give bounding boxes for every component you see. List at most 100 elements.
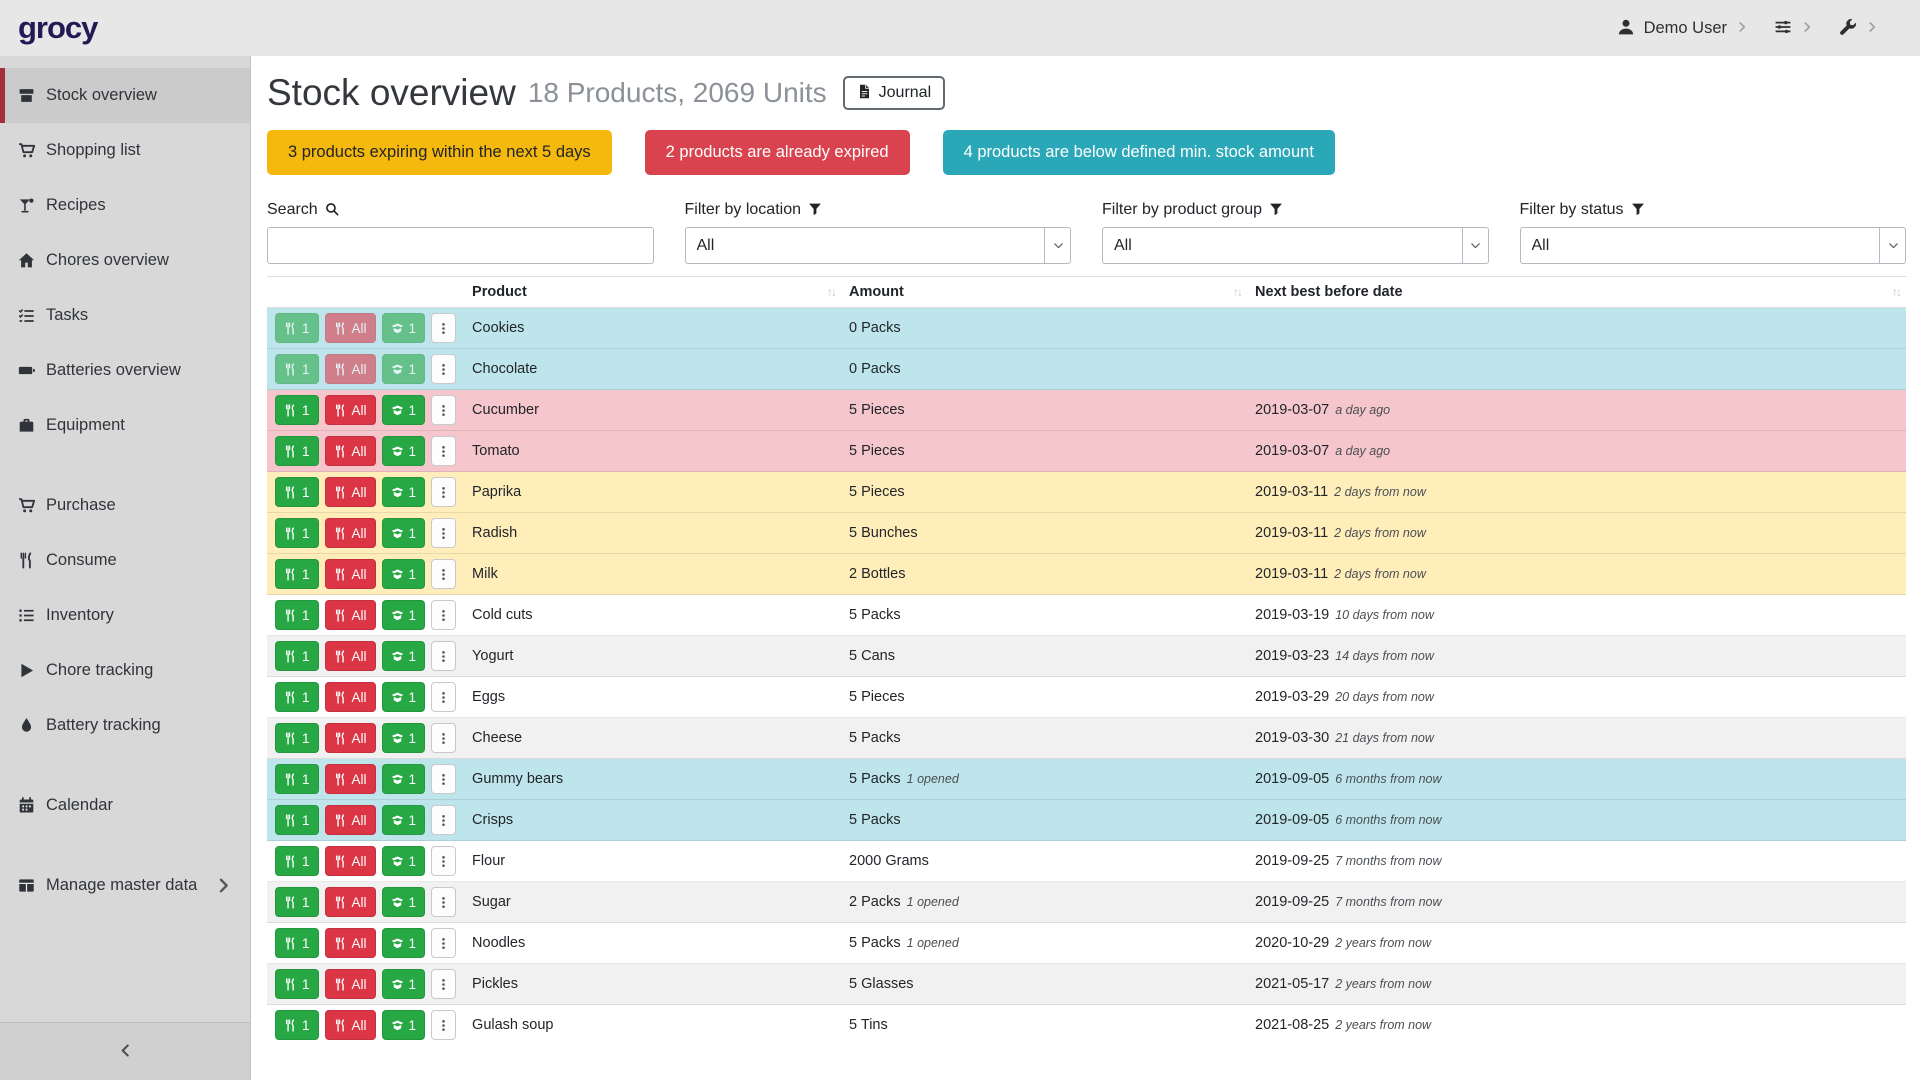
journal-button[interactable]: Journal <box>843 76 945 110</box>
sidebar-item-inventory[interactable]: Inventory <box>0 588 250 643</box>
consume-all-button[interactable]: All <box>325 1010 376 1040</box>
sort-icon[interactable]: ↑↓ <box>1233 285 1241 299</box>
open-one-button[interactable]: 1 <box>382 436 426 466</box>
row-context-menu-button[interactable] <box>431 477 456 507</box>
consume-one-button[interactable]: 1 <box>275 559 319 589</box>
product-group-select[interactable]: All <box>1102 227 1489 264</box>
consume-one-button[interactable]: 1 <box>275 969 319 999</box>
consume-one-button[interactable]: 1 <box>275 846 319 876</box>
open-one-button[interactable]: 1 <box>382 600 426 630</box>
open-one-button[interactable]: 1 <box>382 518 426 548</box>
location-select[interactable]: All <box>685 227 1072 264</box>
consume-all-button[interactable]: All <box>325 682 376 712</box>
row-context-menu-button[interactable] <box>431 682 456 712</box>
row-context-menu-button[interactable] <box>431 600 456 630</box>
consume-one-button[interactable]: 1 <box>275 641 319 671</box>
consume-one-button[interactable]: 1 <box>275 887 319 917</box>
settings-menu[interactable] <box>1774 18 1813 39</box>
admin-menu[interactable] <box>1839 18 1878 39</box>
sidebar-item-batteries-overview[interactable]: Batteries overview <box>0 343 250 398</box>
consume-one-button[interactable]: 1 <box>275 395 319 425</box>
open-one-button[interactable]: 1 <box>382 846 426 876</box>
row-context-menu-button[interactable] <box>431 928 456 958</box>
row-context-menu-button[interactable] <box>431 354 456 384</box>
consume-all-button[interactable]: All <box>325 518 376 548</box>
row-context-menu-button[interactable] <box>431 518 456 548</box>
open-one-button[interactable]: 1 <box>382 928 426 958</box>
sidebar-item-consume[interactable]: Consume <box>0 533 250 588</box>
row-context-menu-button[interactable] <box>431 969 456 999</box>
consume-one-button[interactable]: 1 <box>275 354 319 384</box>
consume-one-button[interactable]: 1 <box>275 436 319 466</box>
alert-info[interactable]: 4 products are below defined min. stock … <box>943 130 1335 175</box>
consume-one-button[interactable]: 1 <box>275 477 319 507</box>
sidebar-item-manage-master-data[interactable]: Manage master data <box>0 858 250 913</box>
consume-all-button[interactable]: All <box>325 846 376 876</box>
consume-all-button[interactable]: All <box>325 723 376 753</box>
consume-one-button[interactable]: 1 <box>275 518 319 548</box>
sidebar-item-recipes[interactable]: Recipes <box>0 178 250 233</box>
open-one-button[interactable]: 1 <box>382 313 426 343</box>
open-one-button[interactable]: 1 <box>382 354 426 384</box>
consume-all-button[interactable]: All <box>325 969 376 999</box>
open-one-button[interactable]: 1 <box>382 887 426 917</box>
open-one-button[interactable]: 1 <box>382 764 426 794</box>
status-select[interactable]: All <box>1520 227 1907 264</box>
consume-one-button[interactable]: 1 <box>275 928 319 958</box>
open-one-button[interactable]: 1 <box>382 805 426 835</box>
consume-all-button[interactable]: All <box>325 805 376 835</box>
sidebar-item-purchase[interactable]: Purchase <box>0 478 250 533</box>
row-context-menu-button[interactable] <box>431 559 456 589</box>
consume-all-button[interactable]: All <box>325 764 376 794</box>
next-best-before-date-column-header[interactable]: Next best before date↑↓ <box>1247 277 1906 308</box>
open-one-button[interactable]: 1 <box>382 395 426 425</box>
row-context-menu-button[interactable] <box>431 887 456 917</box>
consume-all-button[interactable]: All <box>325 928 376 958</box>
sidebar-item-calendar[interactable]: Calendar <box>0 778 250 833</box>
consume-all-button[interactable]: All <box>325 559 376 589</box>
row-context-menu-button[interactable] <box>431 641 456 671</box>
consume-one-button[interactable]: 1 <box>275 1010 319 1040</box>
open-one-button[interactable]: 1 <box>382 641 426 671</box>
sidebar-item-battery-tracking[interactable]: Battery tracking <box>0 698 250 753</box>
consume-all-button[interactable]: All <box>325 641 376 671</box>
alert-warning[interactable]: 3 products expiring within the next 5 da… <box>267 130 612 175</box>
sidebar-item-stock-overview[interactable]: Stock overview <box>0 68 250 123</box>
row-context-menu-button[interactable] <box>431 805 456 835</box>
row-context-menu-button[interactable] <box>431 313 456 343</box>
sidebar-item-tasks[interactable]: Tasks <box>0 288 250 343</box>
consume-one-button[interactable]: 1 <box>275 682 319 712</box>
consume-all-button[interactable]: All <box>325 477 376 507</box>
consume-one-button[interactable]: 1 <box>275 313 319 343</box>
row-context-menu-button[interactable] <box>431 846 456 876</box>
open-one-button[interactable]: 1 <box>382 477 426 507</box>
row-context-menu-button[interactable] <box>431 764 456 794</box>
consume-all-button[interactable]: All <box>325 313 376 343</box>
sidebar-item-chore-tracking[interactable]: Chore tracking <box>0 643 250 698</box>
open-one-button[interactable]: 1 <box>382 1010 426 1040</box>
product-column-header[interactable]: Product↑↓ <box>464 277 841 308</box>
amount-column-header[interactable]: Amount↑↓ <box>841 277 1247 308</box>
sort-icon[interactable]: ↑↓ <box>827 285 835 299</box>
consume-one-button[interactable]: 1 <box>275 805 319 835</box>
user-menu[interactable]: Demo User <box>1617 18 1748 39</box>
consume-all-button[interactable]: All <box>325 354 376 384</box>
alert-danger[interactable]: 2 products are already expired <box>645 130 910 175</box>
sort-icon[interactable]: ↑↓ <box>1892 285 1900 299</box>
sidebar-item-equipment[interactable]: Equipment <box>0 398 250 453</box>
open-one-button[interactable]: 1 <box>382 969 426 999</box>
sidebar-item-shopping-list[interactable]: Shopping list <box>0 123 250 178</box>
open-one-button[interactable]: 1 <box>382 723 426 753</box>
consume-all-button[interactable]: All <box>325 395 376 425</box>
open-one-button[interactable]: 1 <box>382 559 426 589</box>
consume-all-button[interactable]: All <box>325 887 376 917</box>
sidebar-item-chores-overview[interactable]: Chores overview <box>0 233 250 288</box>
open-one-button[interactable]: 1 <box>382 682 426 712</box>
row-context-menu-button[interactable] <box>431 436 456 466</box>
row-context-menu-button[interactable] <box>431 723 456 753</box>
consume-one-button[interactable]: 1 <box>275 723 319 753</box>
search-input[interactable] <box>267 227 654 264</box>
consume-one-button[interactable]: 1 <box>275 764 319 794</box>
sidebar-collapse-button[interactable] <box>0 1022 250 1080</box>
consume-all-button[interactable]: All <box>325 600 376 630</box>
